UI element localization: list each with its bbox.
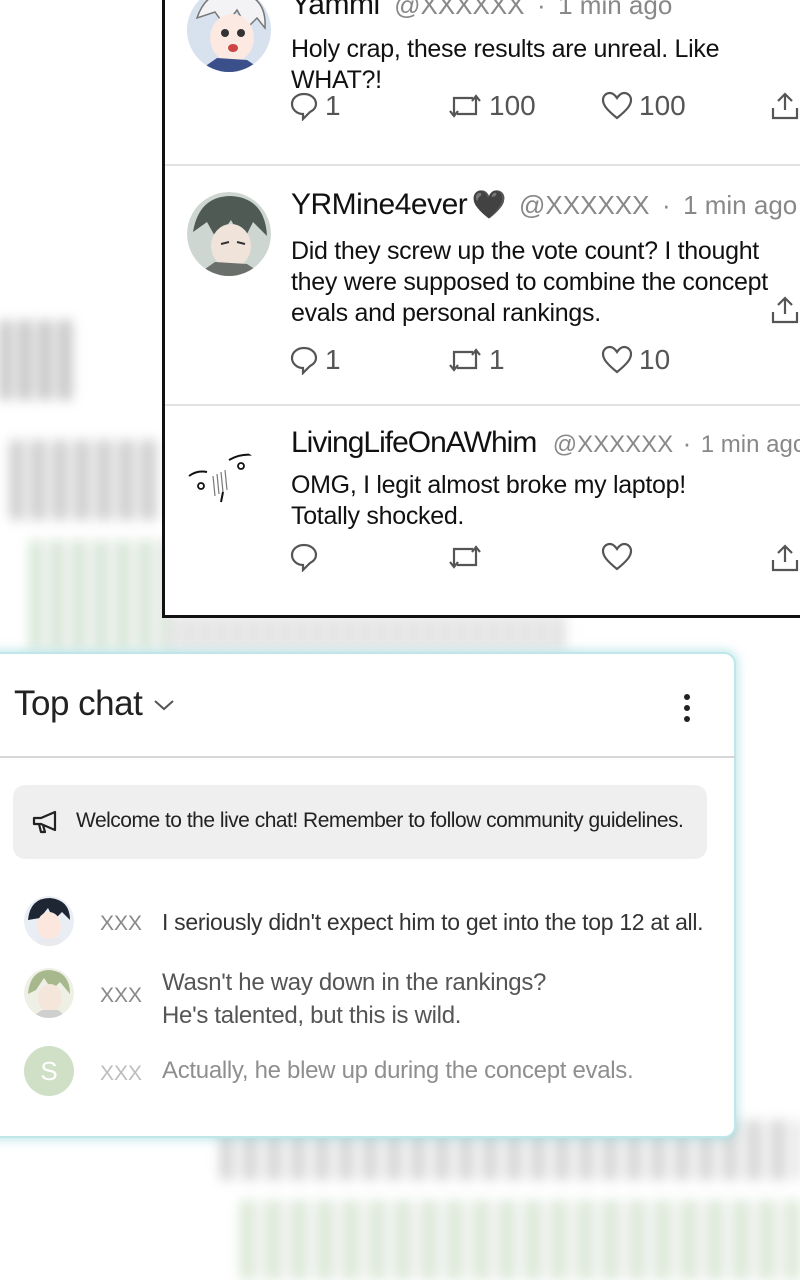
chat-mode-title[interactable]: Top chat [14,684,143,724]
chat-username[interactable]: XXX [100,912,142,936]
share-icon [771,92,799,120]
tweet-text: Did they screw up the vote count? I thou… [291,236,800,329]
avatar[interactable]: S [24,1046,74,1096]
like-button[interactable]: 10 [601,344,670,376]
tweet-text-line: Did they screw up the vote count? I thou… [291,237,759,265]
retweet-count: 1 [489,344,505,375]
megaphone-icon [32,810,57,834]
timestamp: 1 min ago [558,0,673,20]
retweet-count: 100 [489,90,536,121]
reply-button[interactable]: 1 [289,344,341,376]
chevron-down-icon[interactable] [152,698,176,712]
chat-username[interactable]: XXX [100,1062,142,1086]
chat-username[interactable]: XXX [100,984,142,1008]
share-button[interactable] [769,542,800,574]
kebab-menu-icon[interactable] [682,692,692,724]
retweet-icon [449,94,481,118]
doodle-face-avatar-icon [188,453,260,503]
tweet-text-line: Totally shocked. [291,502,465,530]
reply-button[interactable]: 1 [289,90,341,122]
share-icon [771,296,799,324]
display-name[interactable]: LivingLifeOnAWhim [291,426,537,459]
chat-message-line: Actually, he blew up during the concept … [162,1057,634,1084]
tweet[interactable]: LivingLifeOnAWhim @XXXXXX · 1 min ago OM… [165,404,800,616]
avatar[interactable] [24,896,74,946]
reply-count: 1 [325,344,341,375]
timestamp: 1 min ago [683,190,798,220]
chat-message-text: I seriously didn't expect him to get int… [162,906,704,939]
like-count: 100 [639,90,686,121]
like-button[interactable] [601,542,633,572]
chat-message-text: Actually, he blew up during the concept … [162,1054,634,1087]
reply-icon [290,92,318,121]
display-name[interactable]: YRMine4ever [291,188,468,221]
reply-button[interactable] [289,542,319,572]
timestamp: 1 min ago [700,431,800,458]
tweet-text-line: OMG, I legit almost broke my laptop! [291,471,686,499]
avatar[interactable] [183,446,267,530]
separator: · [682,428,692,458]
tweet-text-line: they were supposed to combine the concep… [291,268,768,296]
avatar[interactable] [24,968,74,1018]
avatar-letter: S [40,1056,58,1086]
retweet-button[interactable]: 100 [447,90,536,122]
like-icon [601,345,633,374]
chat-message-text: Wasn't he way down in the rankings? He's… [162,966,546,1032]
retweet-button[interactable] [447,542,483,572]
tweet-text-line: evals and personal rankings. [291,299,601,327]
anime-avatar-icon [24,896,74,946]
tweet-text: OMG, I legit almost broke my laptop! Tot… [291,470,791,532]
tweet[interactable]: YRMine4ever 🖤 @XXXXXX · 1 min ago Did th… [165,164,800,406]
tweet[interactable]: Yammi @XXXXXX · 1 min ago Holy crap, the… [165,0,800,164]
display-name[interactable]: Yammi [291,0,380,21]
anime-avatar-icon [24,968,74,1018]
anime-avatar-icon [187,192,271,276]
chat-message-line: I seriously didn't expect him to get int… [162,909,704,935]
chat-notice: Welcome to the live chat! Remember to fo… [13,785,707,859]
avatar[interactable] [187,192,271,276]
separator: · [661,190,671,220]
separator: · [536,0,546,20]
chat-notice-text: Welcome to the live chat! Remember to fo… [76,809,684,832]
tweet-text: Holy crap, these results are unreal. Lik… [291,35,720,94]
share-button[interactable] [769,90,800,122]
avatar[interactable] [187,0,271,72]
live-chat-panel: Top chat Welcome to the live chat! Remem… [0,652,736,1138]
heart-emoji: 🖤 [471,189,507,220]
retweet-button[interactable]: 1 [447,344,505,376]
share-button[interactable] [769,294,800,326]
like-icon [601,91,633,120]
handle[interactable]: @XXXXXX [519,190,649,220]
reply-icon [290,346,318,375]
chat-message-line: Wasn't he way down in the rankings? [162,969,547,996]
chat-message-line: He's talented, but this is wild. [162,1002,462,1029]
like-button[interactable]: 100 [601,90,686,122]
tweet-feed-card: Yammi @XXXXXX · 1 min ago Holy crap, the… [162,0,800,618]
handle[interactable]: @XXXXXX [553,431,673,458]
chat-header: Top chat [0,654,736,758]
like-icon [601,542,633,571]
like-count: 10 [639,344,671,375]
anime-avatar-icon [187,0,271,72]
reply-icon [290,543,318,572]
retweet-icon [449,348,481,372]
retweet-icon [449,545,481,569]
share-icon [771,544,799,572]
handle[interactable]: @XXXXXX [394,0,524,20]
reply-count: 1 [325,90,341,121]
